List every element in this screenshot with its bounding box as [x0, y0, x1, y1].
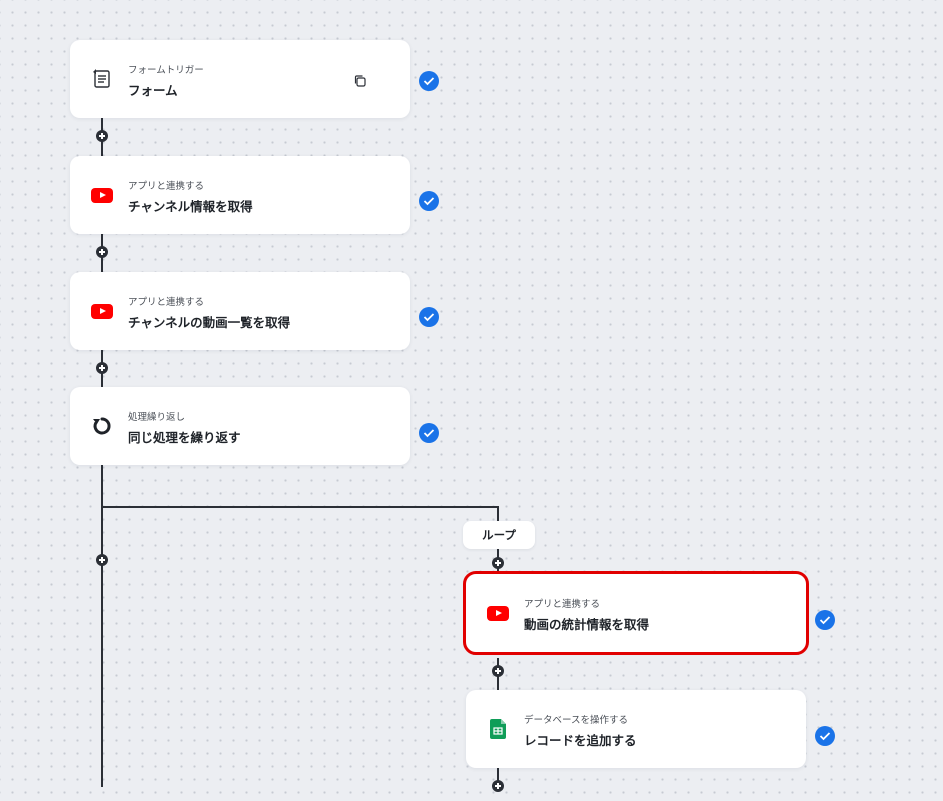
video-list-card[interactable]: アプリと連携する チャンネルの動画一覧を取得 [70, 272, 410, 350]
workflow-canvas[interactable]: フォームトリガー フォーム アプリと連携する チャンネル情報を取得 アプリと連携… [0, 0, 943, 801]
youtube-icon [486, 602, 510, 624]
add-record-card[interactable]: データベースを操作する レコードを追加する [466, 690, 806, 768]
loop-branch-line [497, 506, 499, 522]
repeat-process-card[interactable]: 処理繰り返し 同じ処理を繰り返す [70, 387, 410, 465]
google-sheets-icon [486, 718, 510, 740]
form-trigger-card[interactable]: フォームトリガー フォーム [70, 40, 410, 118]
loop-icon [90, 415, 114, 437]
card-title: 同じ処理を繰り返す [128, 430, 241, 445]
card-title: チャンネルの動画一覧を取得 [128, 315, 291, 330]
check-icon [815, 726, 835, 746]
add-step-button[interactable] [96, 554, 108, 566]
youtube-icon [90, 300, 114, 322]
add-step-button[interactable] [492, 665, 504, 677]
card-title: チャンネル情報を取得 [128, 199, 253, 214]
check-icon [419, 191, 439, 211]
loop-label: ループ [463, 521, 535, 549]
form-trigger-icon [90, 68, 114, 90]
card-subtitle: フォームトリガー [128, 65, 204, 76]
check-icon [419, 423, 439, 443]
card-title: フォーム [128, 83, 178, 98]
loop-branch-line [101, 506, 499, 508]
add-step-button[interactable] [96, 246, 108, 258]
add-step-button[interactable] [96, 130, 108, 142]
card-subtitle: データベースを操作する [524, 715, 629, 726]
card-title: レコードを追加する [524, 733, 637, 748]
video-stats-card[interactable]: アプリと連携する 動画の統計情報を取得 [463, 571, 809, 655]
card-subtitle: アプリと連携する [128, 297, 205, 308]
check-icon [419, 307, 439, 327]
add-step-button[interactable] [492, 780, 504, 792]
add-step-button[interactable] [492, 557, 504, 569]
youtube-icon [90, 184, 114, 206]
channel-info-card[interactable]: アプリと連携する チャンネル情報を取得 [70, 156, 410, 234]
main-flow-line [101, 465, 103, 787]
check-icon [815, 610, 835, 630]
card-subtitle: 処理繰り返し [128, 412, 186, 423]
add-step-button[interactable] [96, 362, 108, 374]
card-subtitle: アプリと連携する [128, 181, 205, 192]
copy-icon[interactable] [353, 73, 367, 87]
card-subtitle: アプリと連携する [524, 599, 601, 610]
check-icon [419, 71, 439, 91]
card-title: 動画の統計情報を取得 [524, 617, 650, 632]
